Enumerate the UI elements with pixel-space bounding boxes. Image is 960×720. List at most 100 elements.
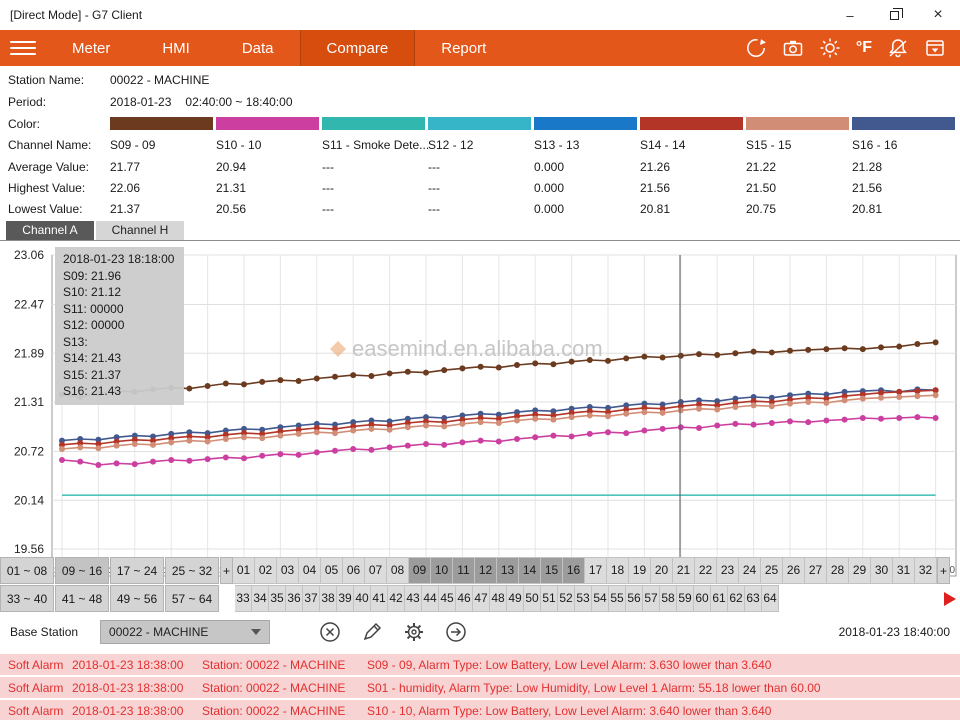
channel-02[interactable]: 02 [255, 557, 277, 584]
group-41~48[interactable]: 41 ~ 48 [55, 585, 109, 612]
group-09~16[interactable]: 09 ~ 16 [55, 557, 109, 584]
channel-48[interactable]: 48 [490, 585, 507, 612]
channel-19[interactable]: 19 [629, 557, 651, 584]
channel-18[interactable]: 18 [607, 557, 629, 584]
channel-35[interactable]: 35 [269, 585, 286, 612]
channel-11[interactable]: 11 [453, 557, 475, 584]
channel-54[interactable]: 54 [592, 585, 609, 612]
channel-17[interactable]: 17 [585, 557, 607, 584]
settings-button[interactable] [402, 620, 426, 644]
channel-50[interactable]: 50 [524, 585, 541, 612]
channel-01[interactable]: 01 [233, 557, 255, 584]
alarm-row[interactable]: Soft Alarm2018-01-23 18:38:00Station: 00… [0, 700, 960, 720]
channel-57[interactable]: 57 [643, 585, 660, 612]
menu-button[interactable] [0, 30, 46, 66]
channel-15[interactable]: 15 [541, 557, 563, 584]
group-57~64[interactable]: 57 ~ 64 [165, 585, 219, 612]
base-station-dropdown[interactable]: 00022 - MACHINE [100, 620, 270, 644]
channel-38[interactable]: 38 [320, 585, 337, 612]
channel-52[interactable]: 52 [558, 585, 575, 612]
channel-33[interactable]: 33 [235, 585, 252, 612]
channel-26[interactable]: 26 [783, 557, 805, 584]
group-25~32[interactable]: 25 ~ 32 [165, 557, 219, 584]
channel-31[interactable]: 31 [893, 557, 915, 584]
channel-49[interactable]: 49 [507, 585, 524, 612]
group-17~24[interactable]: 17 ~ 24 [110, 557, 164, 584]
nav-tab-report[interactable]: Report [415, 30, 512, 66]
next-page-button[interactable] [944, 585, 960, 612]
channel-29[interactable]: 29 [849, 557, 871, 584]
channel-40[interactable]: 40 [354, 585, 371, 612]
nav-tab-hmi[interactable]: HMI [136, 30, 216, 66]
channel-63[interactable]: 63 [745, 585, 762, 612]
channel-27[interactable]: 27 [805, 557, 827, 584]
refresh-button[interactable] [745, 37, 767, 59]
alarm-row[interactable]: Soft Alarm2018-01-23 18:38:00Station: 00… [0, 654, 960, 675]
group-49~56[interactable]: 49 ~ 56 [110, 585, 164, 612]
channel-12[interactable]: 12 [475, 557, 497, 584]
channel-28[interactable]: 28 [827, 557, 849, 584]
channel-04[interactable]: 04 [299, 557, 321, 584]
channel-16[interactable]: 16 [563, 557, 585, 584]
expand-groups-button[interactable]: + [220, 557, 233, 584]
expand-channels-button[interactable]: + [937, 557, 950, 584]
alarm-row[interactable]: Soft Alarm2018-01-23 18:38:00Station: 00… [0, 677, 960, 698]
channel-06[interactable]: 06 [343, 557, 365, 584]
channel-39[interactable]: 39 [337, 585, 354, 612]
channel-30[interactable]: 30 [871, 557, 893, 584]
channel-13[interactable]: 13 [497, 557, 519, 584]
nav-tab-data[interactable]: Data [216, 30, 300, 66]
channel-64[interactable]: 64 [762, 585, 779, 612]
channel-03[interactable]: 03 [277, 557, 299, 584]
channel-07[interactable]: 07 [365, 557, 387, 584]
brightness-button[interactable] [819, 37, 841, 59]
channel-22[interactable]: 22 [695, 557, 717, 584]
close-button[interactable]: × [916, 0, 960, 30]
channel-47[interactable]: 47 [473, 585, 490, 612]
channel-20[interactable]: 20 [651, 557, 673, 584]
channel-46[interactable]: 46 [456, 585, 473, 612]
fahrenheit-toggle[interactable]: °F [856, 39, 872, 57]
channel-60[interactable]: 60 [694, 585, 711, 612]
channel-09[interactable]: 09 [409, 557, 431, 584]
channel-44[interactable]: 44 [422, 585, 439, 612]
channel-45[interactable]: 45 [439, 585, 456, 612]
channel-37[interactable]: 37 [303, 585, 320, 612]
channel-58[interactable]: 58 [660, 585, 677, 612]
channel-23[interactable]: 23 [717, 557, 739, 584]
channel-25[interactable]: 25 [761, 557, 783, 584]
channel-34[interactable]: 34 [252, 585, 269, 612]
channel-14[interactable]: 14 [519, 557, 541, 584]
channel-24[interactable]: 24 [739, 557, 761, 584]
edit-button[interactable] [360, 620, 384, 644]
channel-55[interactable]: 55 [609, 585, 626, 612]
channel-59[interactable]: 59 [677, 585, 694, 612]
clear-button[interactable] [318, 620, 342, 644]
channel-43[interactable]: 43 [405, 585, 422, 612]
channel-53[interactable]: 53 [575, 585, 592, 612]
channel-56[interactable]: 56 [626, 585, 643, 612]
channel-08[interactable]: 08 [387, 557, 409, 584]
channel-21[interactable]: 21 [673, 557, 695, 584]
channel-36[interactable]: 36 [286, 585, 303, 612]
channel-41[interactable]: 41 [371, 585, 388, 612]
snapshot-button[interactable] [782, 37, 804, 59]
trend-chart[interactable]: easemind.en.alibaba.com 23.0622.4721.892… [0, 240, 960, 585]
tab-channel-a[interactable]: Channel A [6, 221, 94, 240]
restore-button[interactable] [872, 0, 916, 30]
channel-10[interactable]: 10 [431, 557, 453, 584]
channel-42[interactable]: 42 [388, 585, 405, 612]
group-01~08[interactable]: 01 ~ 08 [0, 557, 54, 584]
go-button[interactable] [444, 620, 468, 644]
tab-channel-h[interactable]: Channel H [96, 221, 184, 240]
minimize-button[interactable]: – [828, 0, 872, 30]
export-button[interactable] [924, 37, 946, 59]
channel-32[interactable]: 32 [915, 557, 937, 584]
alarm-button[interactable] [887, 37, 909, 59]
channel-61[interactable]: 61 [711, 585, 728, 612]
channel-62[interactable]: 62 [728, 585, 745, 612]
channel-51[interactable]: 51 [541, 585, 558, 612]
group-33~40[interactable]: 33 ~ 40 [0, 585, 54, 612]
nav-tab-compare[interactable]: Compare [300, 30, 416, 66]
nav-tab-meter[interactable]: Meter [46, 30, 136, 66]
